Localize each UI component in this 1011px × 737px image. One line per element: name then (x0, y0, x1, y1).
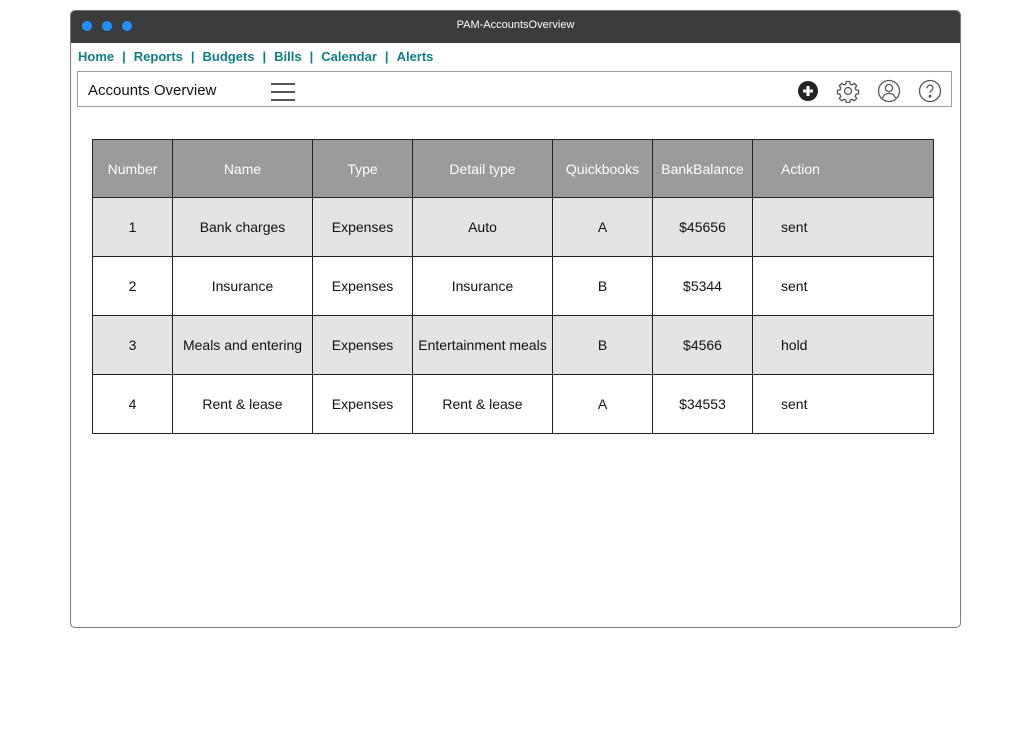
column-header-number[interactable]: Number (92, 139, 173, 198)
table-row[interactable]: 4 Rent & lease Expenses Rent & lease A $… (92, 374, 934, 434)
cell-type: Expenses (312, 197, 413, 257)
cell-action[interactable]: sent (752, 197, 934, 257)
table-header-row: Number Name Type Detail type Quickbooks … (92, 139, 934, 198)
cell-action[interactable]: sent (752, 374, 934, 434)
cell-type: Expenses (312, 256, 413, 316)
title-bar: PAM-AccountsOverview (71, 11, 960, 43)
cell-detail-type: Rent & lease (412, 374, 553, 434)
app-window: PAM-AccountsOverview Home | Reports | Budget… (70, 10, 961, 628)
page-toolbar: Accounts Overview (77, 71, 952, 107)
column-header-bank-balance[interactable]: BankBalance (652, 139, 753, 198)
cell-number: 2 (92, 256, 173, 316)
cell-number: 1 (92, 197, 173, 257)
nav-separator: | (262, 49, 267, 64)
cell-name: Meals and entering (172, 315, 313, 375)
page-title: Accounts Overview (88, 82, 217, 99)
cell-detail-type: Insurance (412, 256, 553, 316)
add-icon[interactable] (796, 79, 820, 103)
top-nav: Home | Reports | Budgets | Bills | Calendar | Aler… (78, 49, 433, 67)
cell-action[interactable]: hold (752, 315, 934, 375)
cell-type: Expenses (312, 315, 413, 375)
column-header-action[interactable]: Action (752, 139, 934, 198)
cell-quickbooks: A (552, 374, 653, 434)
column-header-quickbooks[interactable]: Quickbooks (552, 139, 653, 198)
cell-number: 4 (92, 374, 173, 434)
nav-separator: | (122, 49, 126, 64)
cell-bank-balance: $4566 (652, 315, 753, 375)
cell-action[interactable]: sent (752, 256, 934, 316)
menu-icon[interactable] (271, 83, 295, 101)
nav-separator: | (190, 49, 195, 64)
cell-detail-type: Entertainment meals (412, 315, 553, 375)
cell-name: Insurance (172, 256, 313, 316)
nav-bills-link[interactable]: Bills (274, 49, 301, 64)
accounts-table: Number Name Type Detail type Quickbooks … (92, 139, 934, 434)
gear-icon[interactable] (836, 79, 860, 103)
window-title: PAM-AccountsOverview (456, 19, 575, 31)
nav-separator: | (384, 49, 389, 64)
nav-separator: | (309, 49, 314, 64)
column-header-detail-type[interactable]: Detail type (412, 139, 553, 198)
table-row[interactable]: 3 Meals and entering Expenses Entertainm… (92, 315, 934, 375)
cell-name: Bank charges (172, 197, 313, 257)
cell-quickbooks: A (552, 197, 653, 257)
cell-detail-type: Auto (412, 197, 553, 257)
cell-type: Expenses (312, 374, 413, 434)
nav-alerts-link[interactable]: Alerts (397, 49, 434, 64)
user-icon[interactable] (877, 79, 901, 103)
column-header-type[interactable]: Type (312, 139, 413, 198)
cell-name: Rent & lease (172, 374, 313, 434)
nav-budgets-link[interactable]: Budgets (203, 49, 255, 64)
cell-quickbooks: B (552, 256, 653, 316)
cell-bank-balance: $45656 (652, 197, 753, 257)
cell-number: 3 (92, 315, 173, 375)
help-icon[interactable] (918, 79, 942, 103)
nav-home-link[interactable]: Home (78, 49, 114, 64)
cell-bank-balance: $34553 (652, 374, 753, 434)
nav-reports-link[interactable]: Reports (134, 49, 183, 64)
nav-calendar-link[interactable]: Calendar (321, 49, 377, 64)
table-row[interactable]: 1 Bank charges Expenses Auto A $45656 se… (92, 197, 934, 257)
table-row[interactable]: 2 Insurance Expenses Insurance B $5344 s… (92, 256, 934, 316)
cell-bank-balance: $5344 (652, 256, 753, 316)
column-header-name[interactable]: Name (172, 139, 313, 198)
cell-quickbooks: B (552, 315, 653, 375)
